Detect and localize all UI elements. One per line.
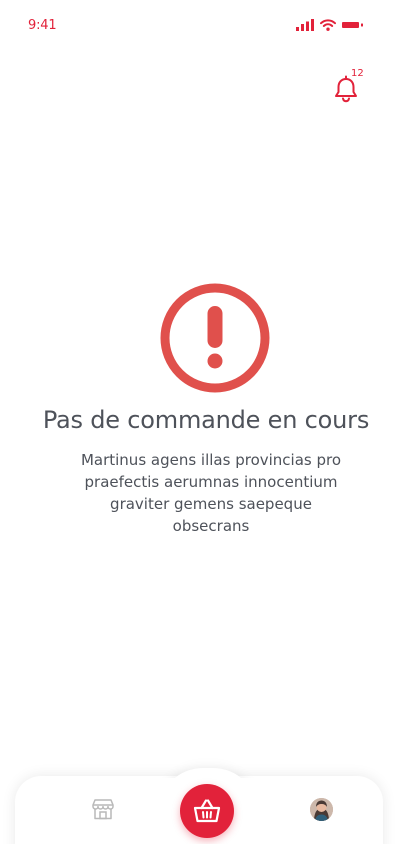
nav-basket-button[interactable] — [180, 784, 234, 838]
nav-shop-button[interactable] — [92, 798, 114, 820]
basket-icon — [193, 799, 221, 823]
signal-icon — [296, 19, 314, 31]
status-icons — [296, 19, 366, 33]
empty-state-title: Pas de commande en cours — [42, 406, 370, 434]
wifi-icon — [320, 19, 336, 31]
alert-circle-icon — [159, 283, 271, 395]
orders-screen: 9:41 12 Pas de commande en cours Martinu… — [0, 0, 412, 844]
avatar — [310, 798, 333, 821]
status-time: 9:41 — [28, 18, 57, 33]
battery-icon — [342, 22, 363, 28]
empty-state-description: Martinus agens illas provincias pro prae… — [80, 451, 342, 535]
shop-icon — [92, 799, 114, 820]
nav-profile-avatar[interactable] — [310, 798, 333, 821]
notification-count-badge: 12 — [351, 68, 364, 79]
